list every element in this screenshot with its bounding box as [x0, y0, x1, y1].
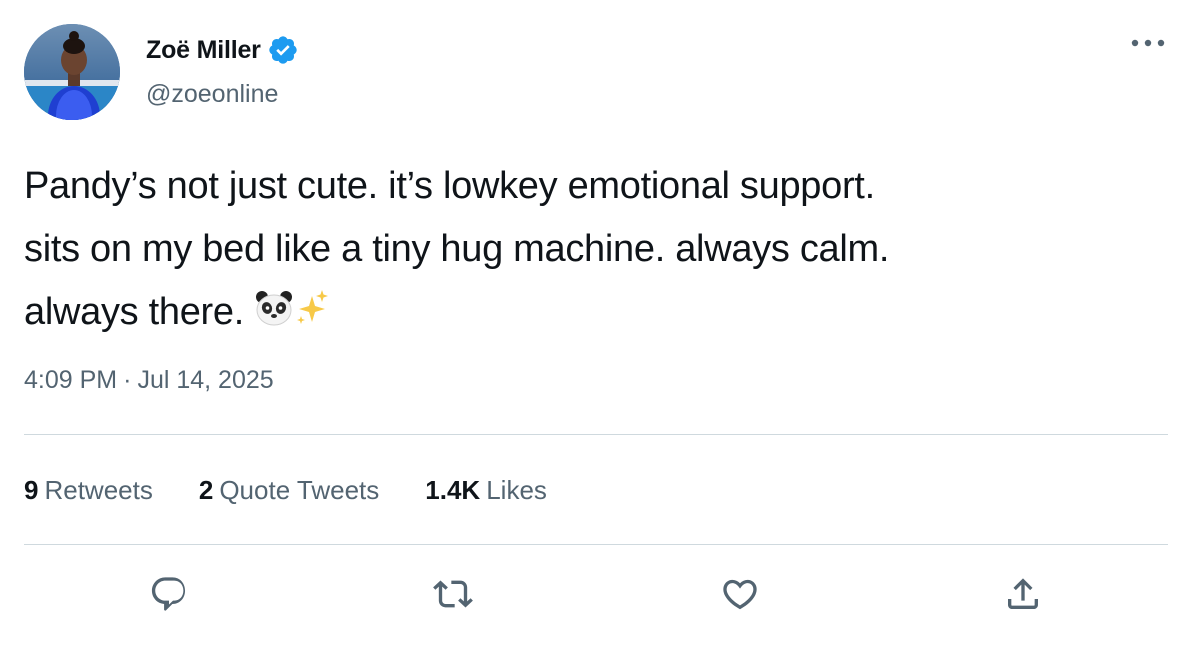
profile-photo-icon [24, 24, 120, 120]
divider [24, 544, 1168, 545]
divider [24, 434, 1168, 435]
more-icon [1131, 39, 1165, 47]
more-options-button[interactable] [1128, 28, 1168, 58]
like-button[interactable] [717, 571, 763, 617]
tweet-card: Zoë Miller @zoeonline Pandy’s not just c… [0, 0, 1192, 668]
tweet-line-2: sits on my bed like a tiny hug machine. … [24, 228, 890, 270]
reply-icon [151, 577, 186, 611]
verified-badge-icon [267, 34, 299, 66]
tweet-timestamp[interactable]: 4:09 PM · Jul 14, 2025 [24, 366, 274, 395]
retweets-count: 9 [24, 475, 39, 505]
sparkles-icon [294, 285, 330, 348]
reply-button[interactable] [146, 571, 192, 617]
user-handle[interactable]: @zoeonline [146, 80, 278, 109]
retweet-button[interactable] [430, 571, 476, 617]
panda-face-icon [254, 285, 294, 348]
tweet-date: Jul 14, 2025 [137, 366, 274, 394]
likes-label: Likes [486, 475, 547, 505]
tweet-line-3: always there. [24, 291, 244, 333]
retweets-stat[interactable]: 9 Retweets [24, 475, 153, 506]
share-button[interactable] [1000, 571, 1046, 617]
name-row: Zoë Miller [146, 33, 299, 67]
tweet-text: Pandy’s not just cute. it’s lowkey emoti… [24, 155, 1154, 348]
tweet-time: 4:09 PM [24, 366, 118, 394]
tweet-stats: 9 Retweets 2 Quote Tweets 1.4K Likes [24, 475, 593, 506]
quote-tweets-label: Quote Tweets [219, 475, 380, 505]
quote-tweets-stat[interactable]: 2 Quote Tweets [199, 475, 379, 506]
share-icon [1008, 578, 1038, 609]
retweet-icon [433, 580, 473, 608]
like-icon [723, 579, 757, 610]
meta-separator: · [123, 366, 132, 394]
likes-count: 1.4K [425, 475, 481, 505]
retweets-label: Retweets [44, 475, 153, 505]
tweet-line-1: Pandy’s not just cute. it’s lowkey emoti… [24, 165, 875, 207]
avatar[interactable] [24, 24, 120, 120]
display-name[interactable]: Zoë Miller [146, 36, 261, 65]
quote-tweets-count: 2 [198, 475, 214, 505]
likes-stat[interactable]: 1.4K Likes [425, 475, 547, 506]
